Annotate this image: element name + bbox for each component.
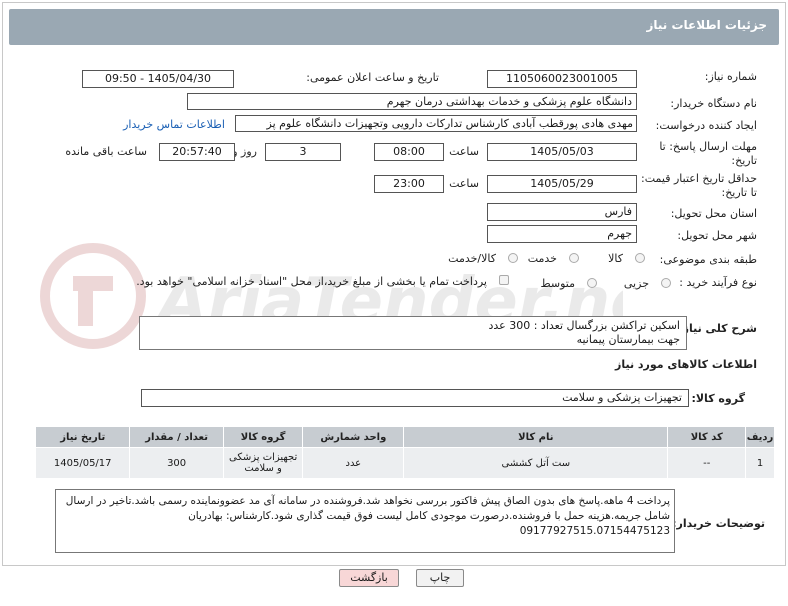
- price-validity-label: حداقل تاریخ اعتبار قیمت:: [641, 172, 757, 185]
- price-validity-time-field: 23:00: [374, 175, 444, 193]
- col-header-quantity: تعداد / مقدار: [129, 426, 224, 448]
- need-number-field: 1105060023001005: [487, 70, 637, 88]
- process-radio-minor[interactable]: [661, 278, 671, 288]
- category-option-service: خدمت: [527, 252, 557, 265]
- price-validity-date-field: 1405/05/29: [487, 175, 637, 193]
- col-header-row-number: ردیف: [745, 426, 775, 448]
- buyer-notes-label: توضیحات خریدار:: [672, 517, 765, 530]
- cell-row-number: 1: [745, 447, 775, 479]
- col-header-item-name: نام کالا: [403, 426, 669, 448]
- reply-days-label: روز و: [232, 145, 257, 158]
- col-header-unit: واحد شمارش: [302, 426, 405, 448]
- buyer-org-field: دانشگاه علوم پزشکی و خدمات بهداشتی درمان…: [187, 93, 637, 110]
- process-option-minor: جزیی: [623, 277, 649, 290]
- category-radio-goods[interactable]: [635, 253, 645, 263]
- category-option-goods: کالا: [608, 252, 623, 265]
- cell-need-date: 1405/05/17: [34, 447, 131, 479]
- requester-label: ایجاد کننده درخواست:: [655, 119, 757, 132]
- goods-group-field: تجهیزات پزشکی و سلامت: [141, 389, 689, 407]
- col-header-item-code: کد کالا: [667, 426, 747, 448]
- table-header-row: ردیف کد کالا نام کالا واحد شمارش گروه کا…: [34, 426, 775, 448]
- treasury-payment-checkbox[interactable]: [499, 275, 509, 285]
- reply-time-label: ساعت: [449, 145, 479, 158]
- items-table: ردیف کد کالا نام کالا واحد شمارش گروه کا…: [34, 426, 775, 479]
- category-radio-goods-service[interactable]: [508, 253, 518, 263]
- city-label: شهر محل تحویل:: [677, 229, 757, 242]
- buyer-org-label: نام دستگاه خریدار:: [670, 97, 757, 110]
- col-header-group: گروه کالا: [222, 426, 304, 448]
- need-number-label: شماره نیاز:: [704, 70, 757, 83]
- goods-group-label: گروه کالا:: [691, 392, 745, 405]
- cell-item-name: ست آتل کششی: [403, 447, 669, 479]
- process-option-medium: متوسط: [540, 277, 575, 290]
- requester-field: مهدی هادی پورقطب آبادی کارشناس تدارکات د…: [235, 115, 637, 132]
- province-field: فارس: [487, 203, 637, 221]
- general-description-line-2: جهت بیمارستان پیمانیه: [576, 333, 680, 346]
- print-button[interactable]: چاپ: [416, 569, 464, 587]
- reply-days-field: 3: [265, 143, 341, 161]
- category-label: طبقه بندی موضوعی:: [659, 253, 757, 266]
- remaining-time-label: ساعت باقی مانده: [65, 145, 147, 158]
- province-label: استان محل تحویل:: [670, 207, 757, 220]
- cell-group: تجهیزات پزشکی و سلامت: [222, 447, 304, 479]
- general-description-line-1: اسکین تراکشن بزرگسال تعداد : 300 عدد: [488, 319, 680, 332]
- cell-quantity: 300: [129, 447, 224, 479]
- page-header: جزئیات اطلاعات نیاز: [9, 9, 779, 45]
- general-description-field: اسکین تراکشن بزرگسال تعداد : 300 عدد جهت…: [139, 316, 687, 350]
- reply-time-field: 08:00: [374, 143, 444, 161]
- price-validity-label-2: تا تاریخ:: [721, 186, 757, 199]
- goods-info-title: اطلاعات کالاهای مورد نیاز: [615, 358, 757, 371]
- page-title: جزئیات اطلاعات نیاز: [646, 18, 767, 32]
- cell-unit: عدد: [302, 447, 405, 479]
- announce-datetime-field: 1405/04/30 - 09:50: [82, 70, 234, 88]
- reply-deadline-label: مهلت ارسال پاسخ: تا: [659, 140, 757, 153]
- buyer-notes-field: پرداخت 4 ماهه.پاسخ های بدون الصاق پیش فا…: [55, 489, 675, 553]
- page-frame: جزئیات اطلاعات نیاز AriaTender.net شماره…: [2, 2, 786, 566]
- process-radio-medium[interactable]: [587, 278, 597, 288]
- table-row: 1 -- ست آتل کششی عدد تجهیزات پزشکی و سلا…: [34, 447, 775, 479]
- back-button[interactable]: بازگشت: [339, 569, 399, 587]
- reply-deadline-label-2: تاریخ:: [731, 154, 757, 167]
- buyer-contact-link[interactable]: اطلاعات تماس خریدار: [123, 118, 225, 131]
- category-radio-service[interactable]: [569, 253, 579, 263]
- treasury-payment-note: پرداخت تمام یا بخشی از مبلغ خرید،از محل …: [136, 275, 487, 288]
- announce-datetime-label: تاریخ و ساعت اعلان عمومی:: [306, 71, 439, 84]
- category-option-goods-service: کالا/خدمت: [448, 252, 496, 265]
- col-header-need-date: تاریخ نیاز: [34, 426, 131, 448]
- cell-item-code: --: [667, 447, 747, 479]
- process-label: نوع فرآیند خرید :: [679, 276, 757, 289]
- price-validity-time-label: ساعت: [449, 177, 479, 190]
- city-field: جهرم: [487, 225, 637, 243]
- general-description-label: شرح کلی نیاز:: [678, 322, 757, 335]
- remaining-time-field: 20:57:40: [159, 143, 235, 161]
- reply-deadline-date-field: 1405/05/03: [487, 143, 637, 161]
